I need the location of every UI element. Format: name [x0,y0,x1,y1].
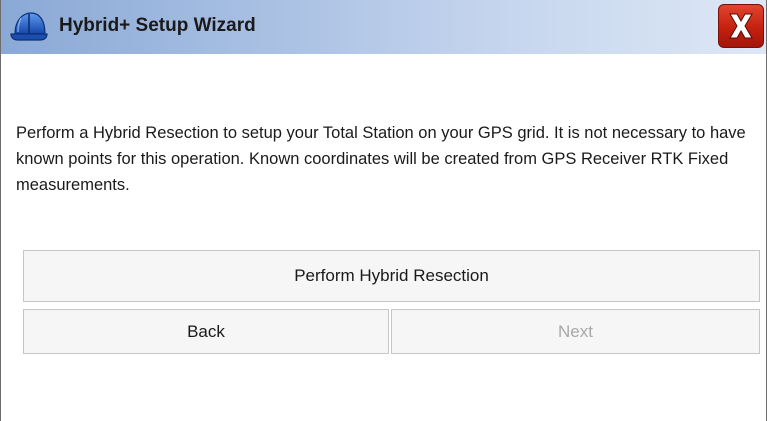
next-button[interactable]: Next [391,309,760,354]
close-button[interactable] [718,4,764,48]
wizard-description: Perform a Hybrid Resection to setup your… [16,124,746,194]
title-bar: Hybrid+ Setup Wizard [1,0,766,54]
window-title: Hybrid+ Setup Wizard [59,15,256,36]
hard-hat-icon [9,10,49,44]
close-icon [726,11,756,41]
perform-hybrid-resection-button[interactable]: Perform Hybrid Resection [23,250,760,302]
setup-wizard-window: Hybrid+ Setup Wizard Perform a Hybrid Re… [0,0,767,421]
back-button[interactable]: Back [23,309,389,354]
